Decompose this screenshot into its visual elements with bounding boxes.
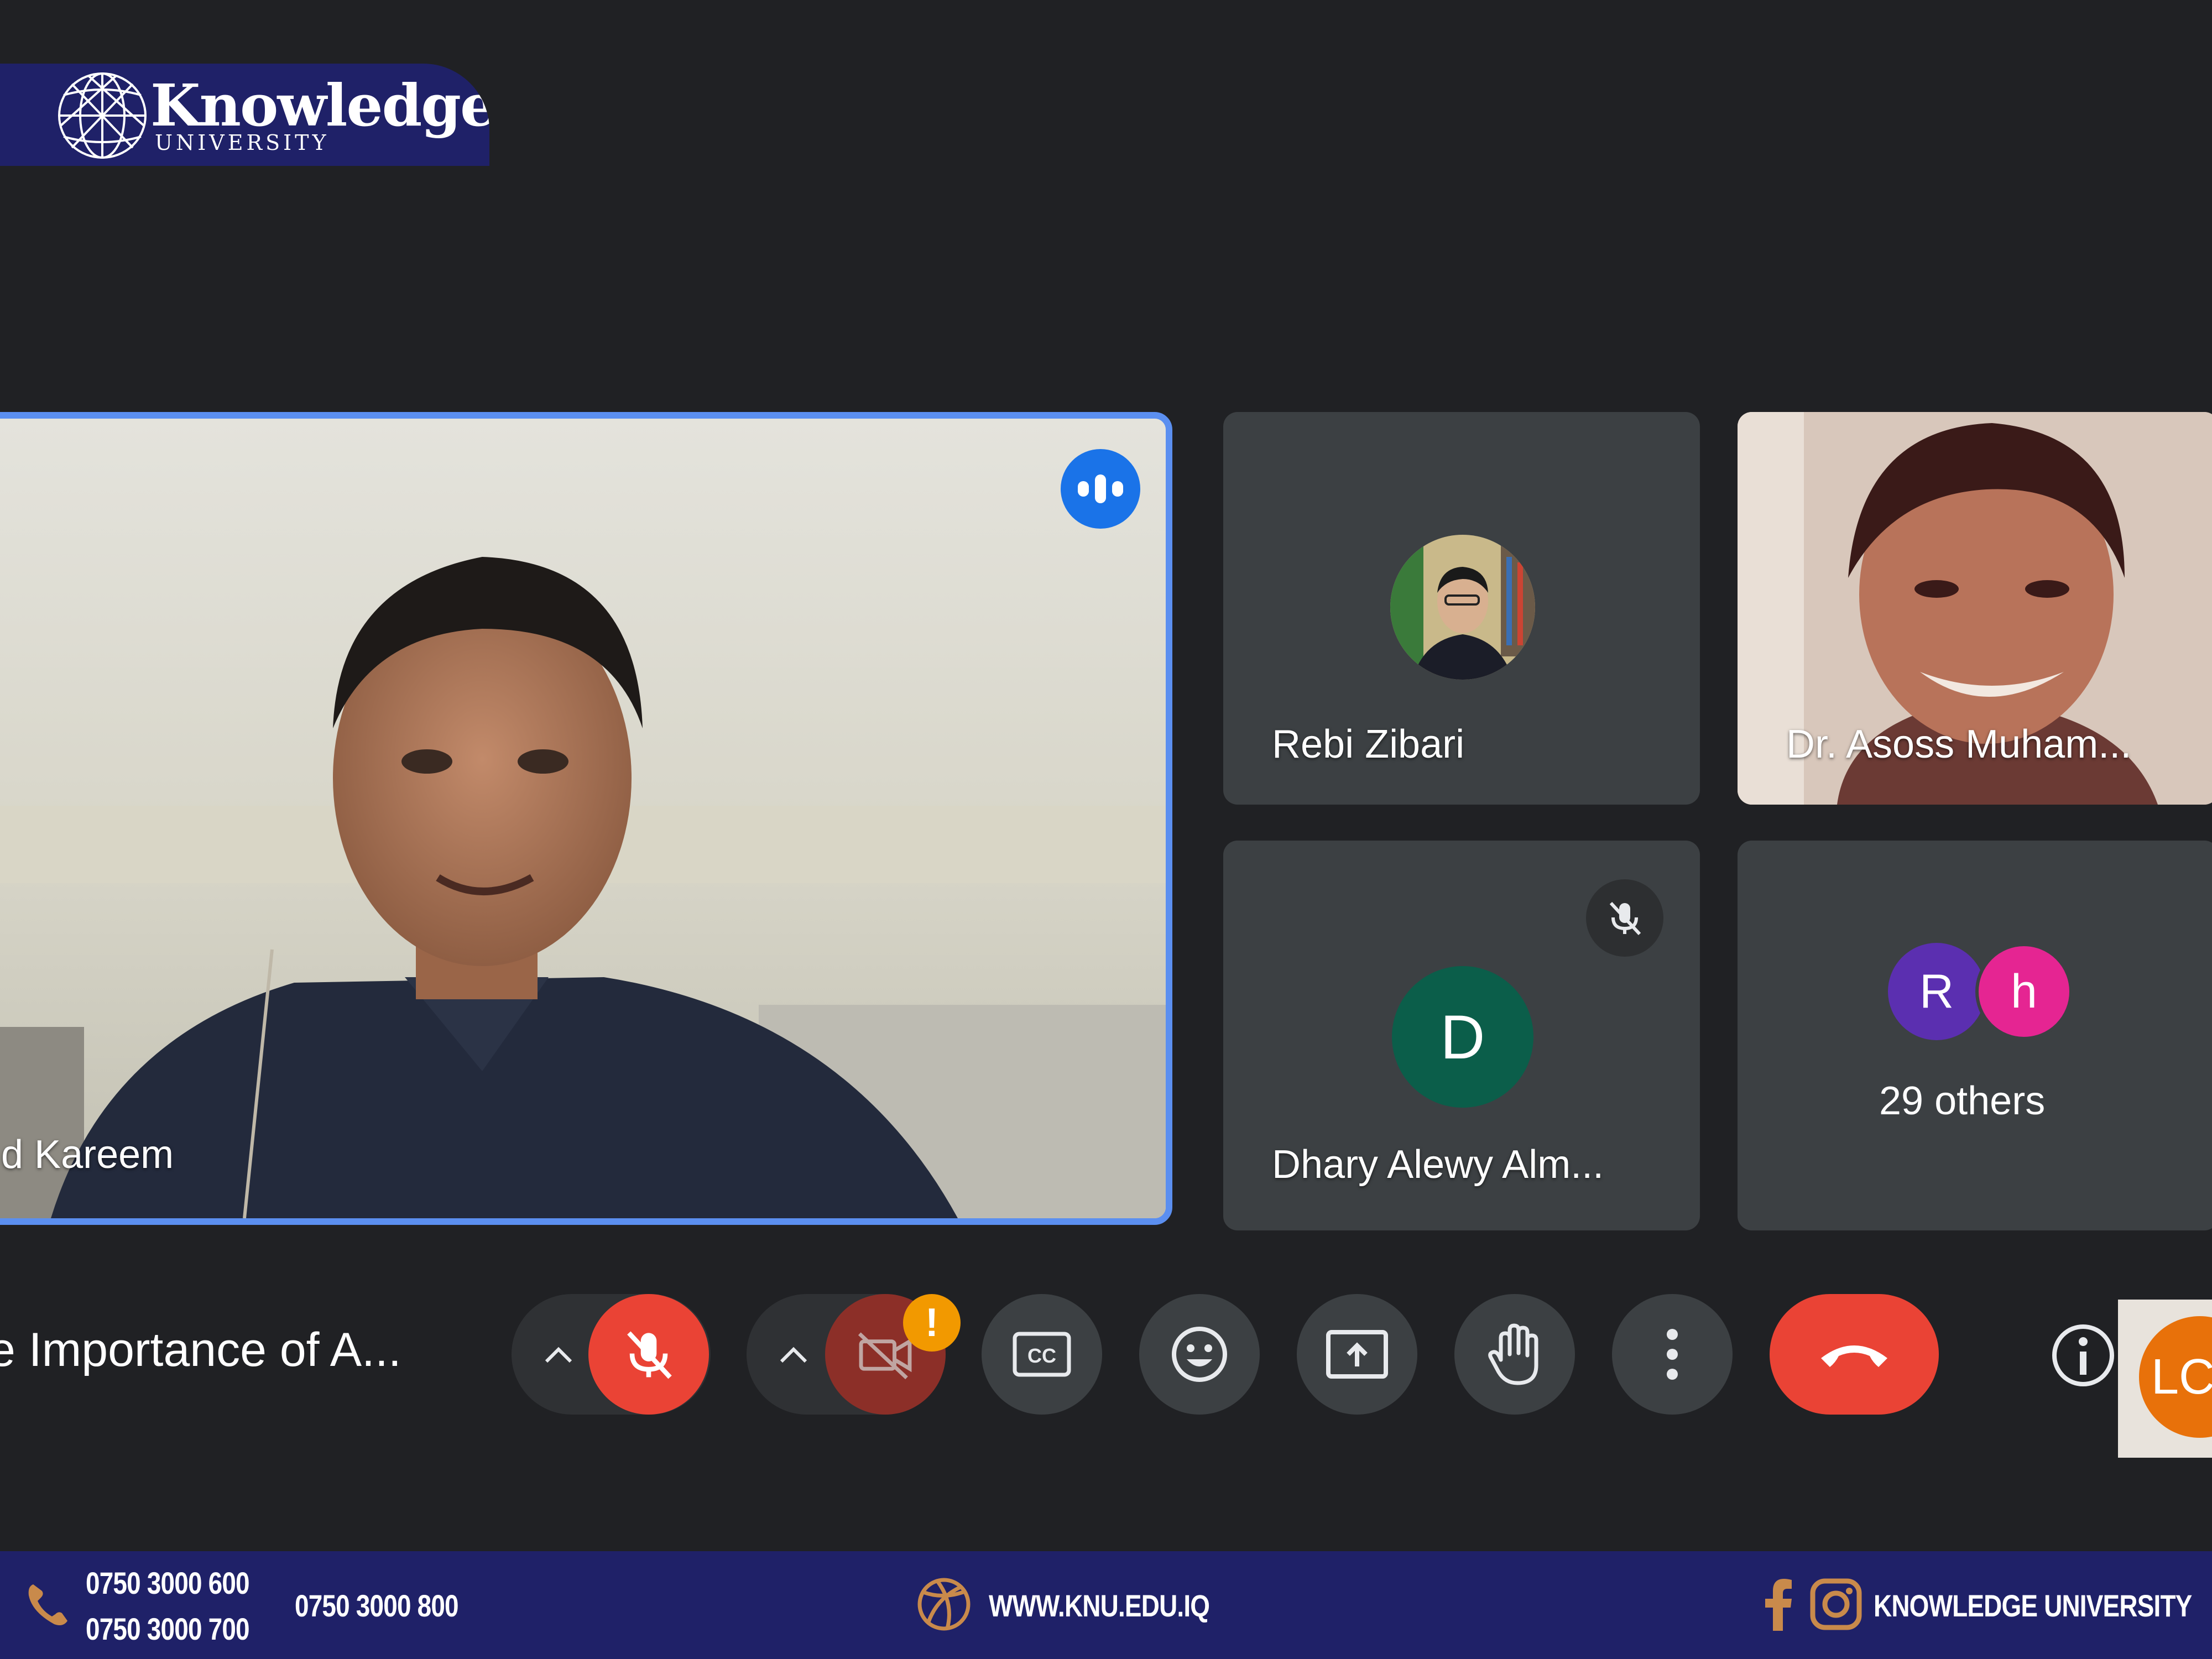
phone-number: 0750 3000 600 <box>86 1566 250 1600</box>
avatar: h <box>1975 943 2073 1040</box>
captions-button[interactable]: CC <box>982 1294 1102 1415</box>
participant-name: Rebi Zibari <box>1272 722 1465 766</box>
emoji-icon <box>1172 1327 1227 1382</box>
more-options-button[interactable] <box>1612 1294 1733 1415</box>
info-icon[interactable] <box>2051 1323 2116 1388</box>
avatar <box>1390 535 1535 680</box>
globe-logo-icon <box>58 72 147 159</box>
participant-tile-rebi[interactable]: Rebi Zibari <box>1223 412 1700 805</box>
participant-name: Dhary Alewy Alm... <box>1272 1142 1604 1187</box>
mic-off-icon <box>627 1331 672 1379</box>
hand-icon <box>1488 1323 1538 1385</box>
self-preview[interactable]: LC <box>2118 1300 2212 1458</box>
chevron-up-icon[interactable] <box>777 1344 810 1366</box>
participant-tile-dhary[interactable]: D Dhary Alewy Alm... <box>1223 841 1700 1230</box>
avatar: R <box>1888 943 1985 1040</box>
chevron-up-icon[interactable] <box>542 1344 575 1366</box>
globe-icon <box>917 1578 971 1631</box>
phone-number: 0750 3000 700 <box>86 1611 250 1646</box>
phone-icon <box>28 1584 67 1625</box>
logo-subtitle: UNIVERSITY <box>155 131 330 155</box>
speaking-indicator-icon <box>1061 449 1140 529</box>
footer-bar: 0750 3000 600 0750 3000 700 0750 3000 80… <box>0 1551 2212 1659</box>
speaker-video <box>0 419 1166 1218</box>
phone-hangup-icon <box>1821 1345 1887 1367</box>
facebook-icon <box>1765 1579 1792 1631</box>
svg-text:CC: CC <box>1027 1344 1056 1367</box>
raise-hand-button[interactable] <box>1454 1294 1575 1415</box>
participant-tile-asoss[interactable]: Dr. Asoss Muham... <box>1738 412 2212 805</box>
participant-name: Dr. Asoss Muham... <box>1786 722 2132 766</box>
social-handle: KNOWLEDGE UNIVERSITY <box>1874 1588 2192 1623</box>
present-screen-button[interactable] <box>1297 1294 1417 1415</box>
captions-icon: CC <box>1013 1332 1071 1377</box>
phone-number: 0750 3000 800 <box>295 1588 459 1623</box>
others-count: 29 others <box>1879 1079 2046 1123</box>
mic-button[interactable] <box>588 1294 709 1415</box>
leave-call-button[interactable] <box>1770 1294 1939 1415</box>
avatar: D <box>1392 966 1533 1108</box>
mic-off-icon <box>1586 879 1663 957</box>
warning-badge: ! <box>903 1294 961 1352</box>
logo-name: Knowledge <box>150 71 489 139</box>
present-icon <box>1326 1330 1388 1379</box>
meeting-title[interactable]: e Importance of A... <box>0 1323 401 1378</box>
speaker-video-tile[interactable]: d Kareem <box>0 412 1172 1225</box>
university-logo: Knowledge UNIVERSITY <box>0 64 489 166</box>
participant-tile-others[interactable]: R h 29 others <box>1738 841 2212 1230</box>
speaker-name: d Kareem <box>1 1133 174 1177</box>
avatar: LC <box>2139 1316 2212 1438</box>
instagram-icon <box>1810 1578 1862 1630</box>
reactions-button[interactable] <box>1139 1294 1260 1415</box>
more-vert-icon <box>1667 1329 1678 1380</box>
website-url: WWW.KNU.EDU.IQ <box>989 1588 1210 1623</box>
